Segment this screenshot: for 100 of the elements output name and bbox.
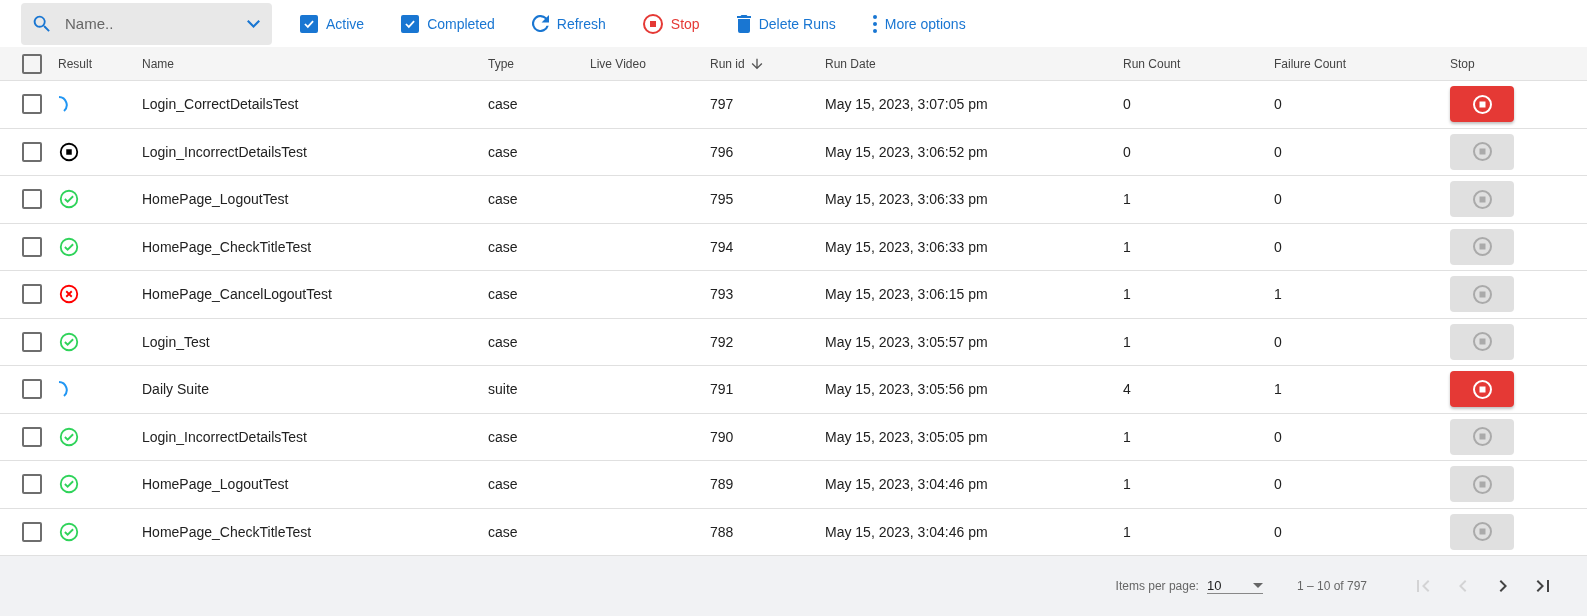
failure-count-cell: 0 [1274,333,1282,350]
chevron-down-icon [247,19,260,28]
refresh-icon [531,15,549,32]
row-checkbox[interactable] [22,331,42,352]
stop-circle-icon [1472,379,1492,399]
stop-circle-icon [1472,522,1492,542]
name-cell: Login_Test [142,333,210,350]
row-checkbox[interactable] [22,236,42,257]
type-cell: case [488,428,518,445]
page-size-select[interactable]: 10 [1206,578,1263,594]
row-checkbox[interactable] [22,94,42,115]
column-header: Run Count [1123,56,1181,71]
run-id-cell: 793 [710,286,734,303]
run-id-cell: 794 [710,238,734,255]
type-cell: case [488,333,518,350]
name-cell: Login_CorrectDetailsTest [142,96,299,113]
failure-count-cell: 0 [1274,143,1282,160]
stop-button[interactable] [1450,86,1514,123]
column-header[interactable]: Run id [710,56,745,71]
failure-count-cell: 0 [1274,96,1282,113]
run-count-cell: 1 [1123,286,1131,303]
more-vertical-icon [872,14,877,33]
row-checkbox[interactable] [22,379,42,400]
stop-circle-icon [642,13,663,34]
failure-count-cell: 0 [1274,523,1282,540]
run-count-cell: 1 [1123,476,1131,493]
row-checkbox[interactable] [22,189,42,210]
name-cell: Login_IncorrectDetailsTest [142,428,307,445]
column-header: Run Date [825,56,876,71]
column-header: Result [58,56,92,71]
type-cell: case [488,286,518,303]
page-range-label: 1 – 10 of 797 [1296,579,1367,593]
run-id-cell: 788 [710,523,734,540]
failure-count-cell: 0 [1274,476,1282,493]
select-all-checkbox[interactable] [22,53,42,74]
run-date-cell: May 15, 2023, 3:07:05 pm [825,96,988,113]
stop-button[interactable]: Stop [634,5,708,42]
run-date-cell: May 15, 2023, 3:06:33 pm [825,191,988,208]
stop-circle-icon [1472,189,1492,209]
run-date-cell: May 15, 2023, 3:05:56 pm [825,381,988,398]
row-checkbox[interactable] [22,521,42,542]
row-checkbox[interactable] [22,426,42,447]
run-date-cell: May 15, 2023, 3:04:46 pm [825,523,988,540]
more-button[interactable]: More options [864,5,974,42]
run-date-cell: May 15, 2023, 3:05:57 pm [825,333,988,350]
run-count-cell: 1 [1123,191,1131,208]
row-checkbox[interactable] [22,474,42,495]
run-date-cell: May 15, 2023, 3:06:33 pm [825,238,988,255]
run-id-cell: 791 [710,381,734,398]
row-checkbox[interactable] [22,284,42,305]
stop-circle-icon [1472,427,1492,447]
type-cell: case [488,143,518,160]
failure-count-cell: 1 [1274,286,1282,303]
column-header: Name [142,56,174,71]
search-field[interactable]: Name.. [21,2,272,45]
run-id-cell: 792 [710,333,734,350]
filter-checkbox[interactable]: Active [292,5,373,42]
run-count-cell: 0 [1123,96,1131,113]
run-id-cell: 789 [710,476,734,493]
run-date-cell: May 15, 2023, 3:04:46 pm [825,476,988,493]
stop-circle-icon [1472,284,1492,304]
stop-circle-icon [1472,474,1492,494]
row-checkbox[interactable] [22,141,42,162]
run-id-cell: 797 [710,96,734,113]
name-cell: Daily Suite [142,381,209,398]
items-per-page-label: Items per page: [1115,579,1199,593]
delete-button[interactable]: Delete Runs [728,5,844,42]
trash-icon [736,14,751,33]
run-count-cell: 0 [1123,143,1131,160]
type-cell: case [488,191,518,208]
name-cell: HomePage_CancelLogoutTest [142,286,332,303]
name-cell: HomePage_CheckTitleTest [142,238,312,255]
column-header: Live Video [590,56,646,71]
refresh-button[interactable]: Refresh [523,5,614,42]
run-id-cell: 796 [710,143,734,160]
stop-button[interactable] [1450,371,1514,408]
stop-circle-icon [1472,142,1492,162]
failure-count-cell: 0 [1274,191,1282,208]
type-cell: case [488,476,518,493]
type-cell: case [488,96,518,113]
run-count-cell: 1 [1123,333,1131,350]
stop-circle-icon [1472,94,1492,114]
failure-count-cell: 1 [1274,381,1282,398]
run-count-cell: 1 [1123,238,1131,255]
run-id-cell: 795 [710,191,734,208]
type-cell: suite [488,381,518,398]
search-input[interactable]: Name.. [63,14,237,33]
name-cell: HomePage_LogoutTest [142,191,289,208]
stop-circle-icon [1472,237,1492,257]
filter-checkbox[interactable]: Completed [393,5,503,42]
failure-count-cell: 0 [1274,428,1282,445]
column-header: Failure Count [1274,56,1347,71]
dropdown-triangle-icon [1252,583,1263,588]
run-date-cell: May 15, 2023, 3:06:15 pm [825,286,988,303]
run-count-cell: 1 [1123,523,1131,540]
failure-count-cell: 0 [1274,238,1282,255]
column-header: Type [488,56,514,71]
name-cell: HomePage_LogoutTest [142,476,289,493]
name-cell: HomePage_CheckTitleTest [142,523,312,540]
type-cell: case [488,238,518,255]
